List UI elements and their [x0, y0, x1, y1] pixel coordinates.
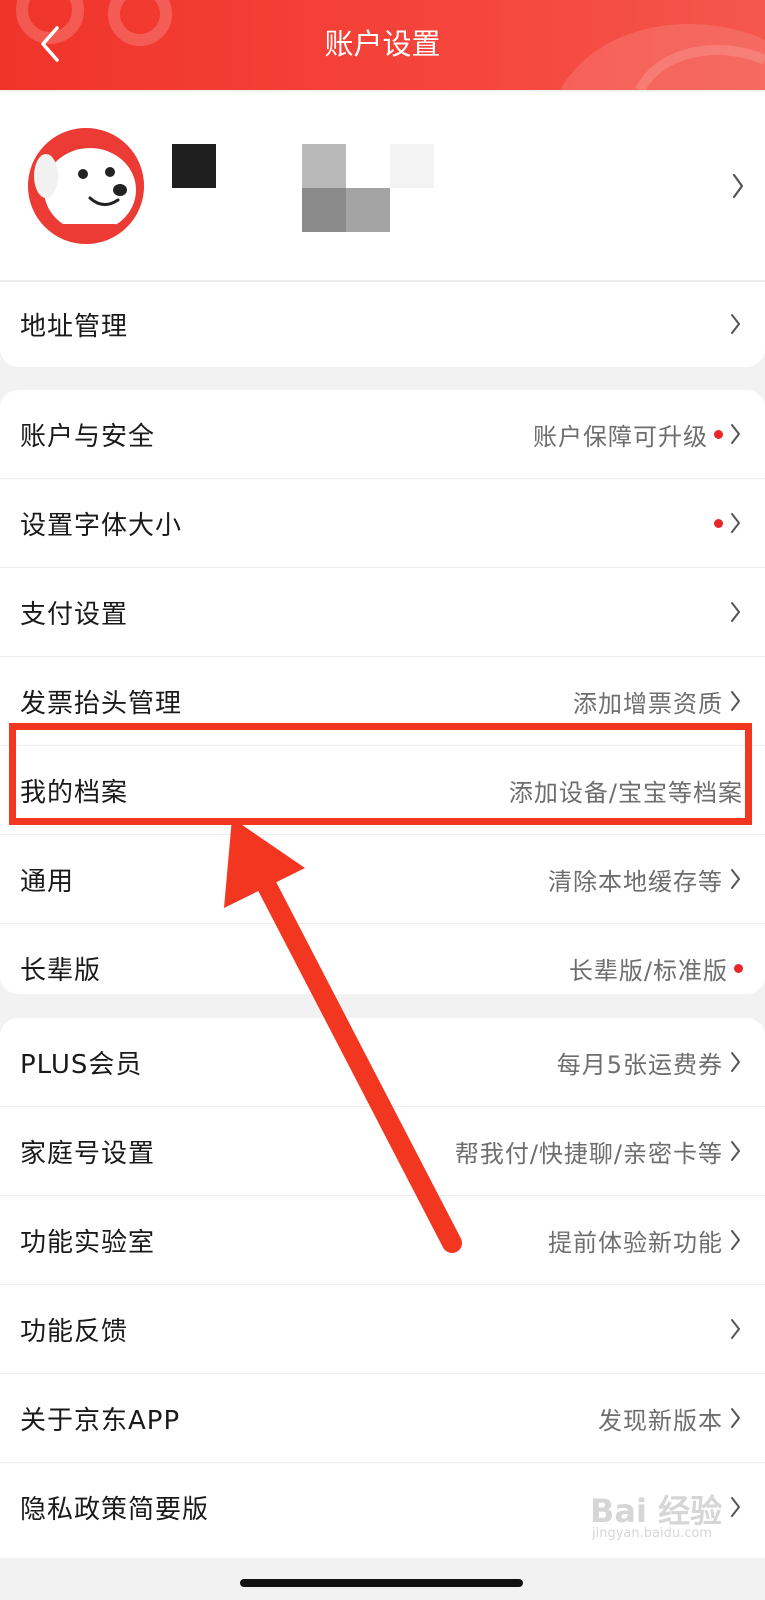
chevron-right-icon [732, 173, 744, 199]
settings-row[interactable]: 功能反馈 [0, 1284, 765, 1373]
row-label: 通用 [20, 866, 75, 897]
row-hint: 每月5张运费券 [556, 1050, 723, 1079]
row-label: 隐私政策简要版 [20, 1494, 210, 1525]
row-right-group: 添加增票资质 [573, 684, 743, 719]
page-title: 账户设置 [324, 27, 441, 61]
row-hint: 账户保障可升级 [533, 422, 708, 451]
red-dot-badge [714, 429, 723, 439]
chevron-right-icon [731, 424, 740, 444]
row-label: 发票抬头管理 [20, 688, 183, 719]
chevron-right-icon [731, 513, 740, 533]
row-right-group [723, 313, 743, 335]
row-right-group [723, 601, 743, 623]
row-label: 功能实验室 [20, 1227, 156, 1258]
watermark-url: jingyan.baidu.com [592, 1526, 712, 1541]
settings-row[interactable]: PLUS会员 每月5张运费券 [0, 1018, 765, 1106]
row-hint: 添加增票资质 [573, 689, 723, 718]
top-navigation-bar: 账户设置 [0, 0, 765, 90]
chevron-right-icon [731, 691, 740, 711]
profile-card: 地址管理 [0, 92, 765, 367]
row-label: 功能反馈 [20, 1316, 129, 1347]
profile-row[interactable] [0, 92, 765, 282]
row-label: 关于京东APP [20, 1405, 181, 1436]
row-hint: 发现新版本 [598, 1406, 723, 1435]
chevron-right-icon [731, 1141, 740, 1161]
watermark: Bai 经验 jingyan.baidu.com [590, 1486, 740, 1546]
settings-row[interactable]: 账户与安全 账户保障可升级 [0, 390, 765, 478]
settings-row[interactable]: 地址管理 [0, 280, 765, 367]
row-label: 长辈版 [20, 955, 102, 986]
chevron-right-icon [731, 1230, 740, 1250]
row-label: 设置字体大小 [20, 510, 183, 541]
settings-row[interactable]: 支付设置 [0, 567, 765, 656]
settings-row[interactable]: 设置字体大小 [0, 478, 765, 567]
settings-row[interactable]: 关于京东APP 发现新版本 [0, 1373, 765, 1462]
chevron-right-icon [731, 1408, 740, 1428]
row-label: PLUS会员 [20, 1049, 143, 1080]
row-hint: 提前体验新功能 [548, 1228, 723, 1257]
settings-card: 账户与安全 账户保障可升级设置字体大小 支付设置发票抬头管理 添加增票资质我的档案 添加… [0, 390, 765, 994]
avatar[interactable] [28, 128, 144, 244]
row-right-group: 账户保障可升级 [533, 417, 743, 452]
row-right-group: 清除本地缓存等 [548, 862, 743, 897]
chevron-right-icon [731, 869, 740, 889]
row-right-group: 添加设备/宝宝等档案 [509, 773, 743, 808]
row-label: 家庭号设置 [20, 1138, 156, 1169]
row-right-group: 帮我付/快捷聊/亲密卡等 [455, 1134, 743, 1169]
red-dot-badge [714, 518, 723, 528]
settings-row[interactable]: 发票抬头管理 添加增票资质 [0, 656, 765, 745]
settings-row[interactable]: 通用 清除本地缓存等 [0, 834, 765, 923]
chevron-right-icon [731, 602, 740, 622]
settings-row[interactable]: 家庭号设置 帮我付/快捷聊/亲密卡等 [0, 1106, 765, 1195]
red-dot-badge [734, 963, 743, 973]
chevron-right-icon [731, 1052, 740, 1072]
row-hint: 长辈版/标准版 [568, 956, 728, 985]
row-hint: 添加设备/宝宝等档案 [508, 778, 743, 807]
home-indicator [240, 1579, 523, 1587]
row-right-group: 提前体验新功能 [548, 1223, 743, 1258]
row-right-group [708, 512, 743, 534]
address-section: 地址管理 [0, 280, 765, 367]
settings-row[interactable]: 功能实验室 提前体验新功能 [0, 1195, 765, 1284]
row-hint: 帮我付/快捷聊/亲密卡等 [454, 1139, 723, 1168]
row-right-group [723, 1318, 743, 1340]
row-right-group: 长辈版/标准版 [569, 951, 743, 986]
settings-row[interactable]: 我的档案 添加设备/宝宝等档案 [0, 745, 765, 834]
row-label: 支付设置 [20, 599, 129, 630]
username-mosaic [172, 144, 434, 232]
row-label: 账户与安全 [20, 421, 156, 452]
row-hint: 清除本地缓存等 [548, 867, 723, 896]
chevron-right-icon [731, 1319, 740, 1339]
chevron-right-icon [731, 314, 740, 334]
jd-mascot-avatar-icon [28, 128, 144, 244]
more-settings-card: PLUS会员 每月5张运费券家庭号设置 帮我付/快捷聊/亲密卡等功能实验室 提前体验新… [0, 1018, 765, 1558]
settings-row[interactable]: 长辈版 长辈版/标准版 [0, 923, 765, 994]
row-label: 我的档案 [20, 777, 129, 808]
row-right-group: 每月5张运费券 [557, 1045, 743, 1080]
row-right-group: 发现新版本 [598, 1401, 743, 1436]
row-label: 地址管理 [20, 311, 129, 342]
